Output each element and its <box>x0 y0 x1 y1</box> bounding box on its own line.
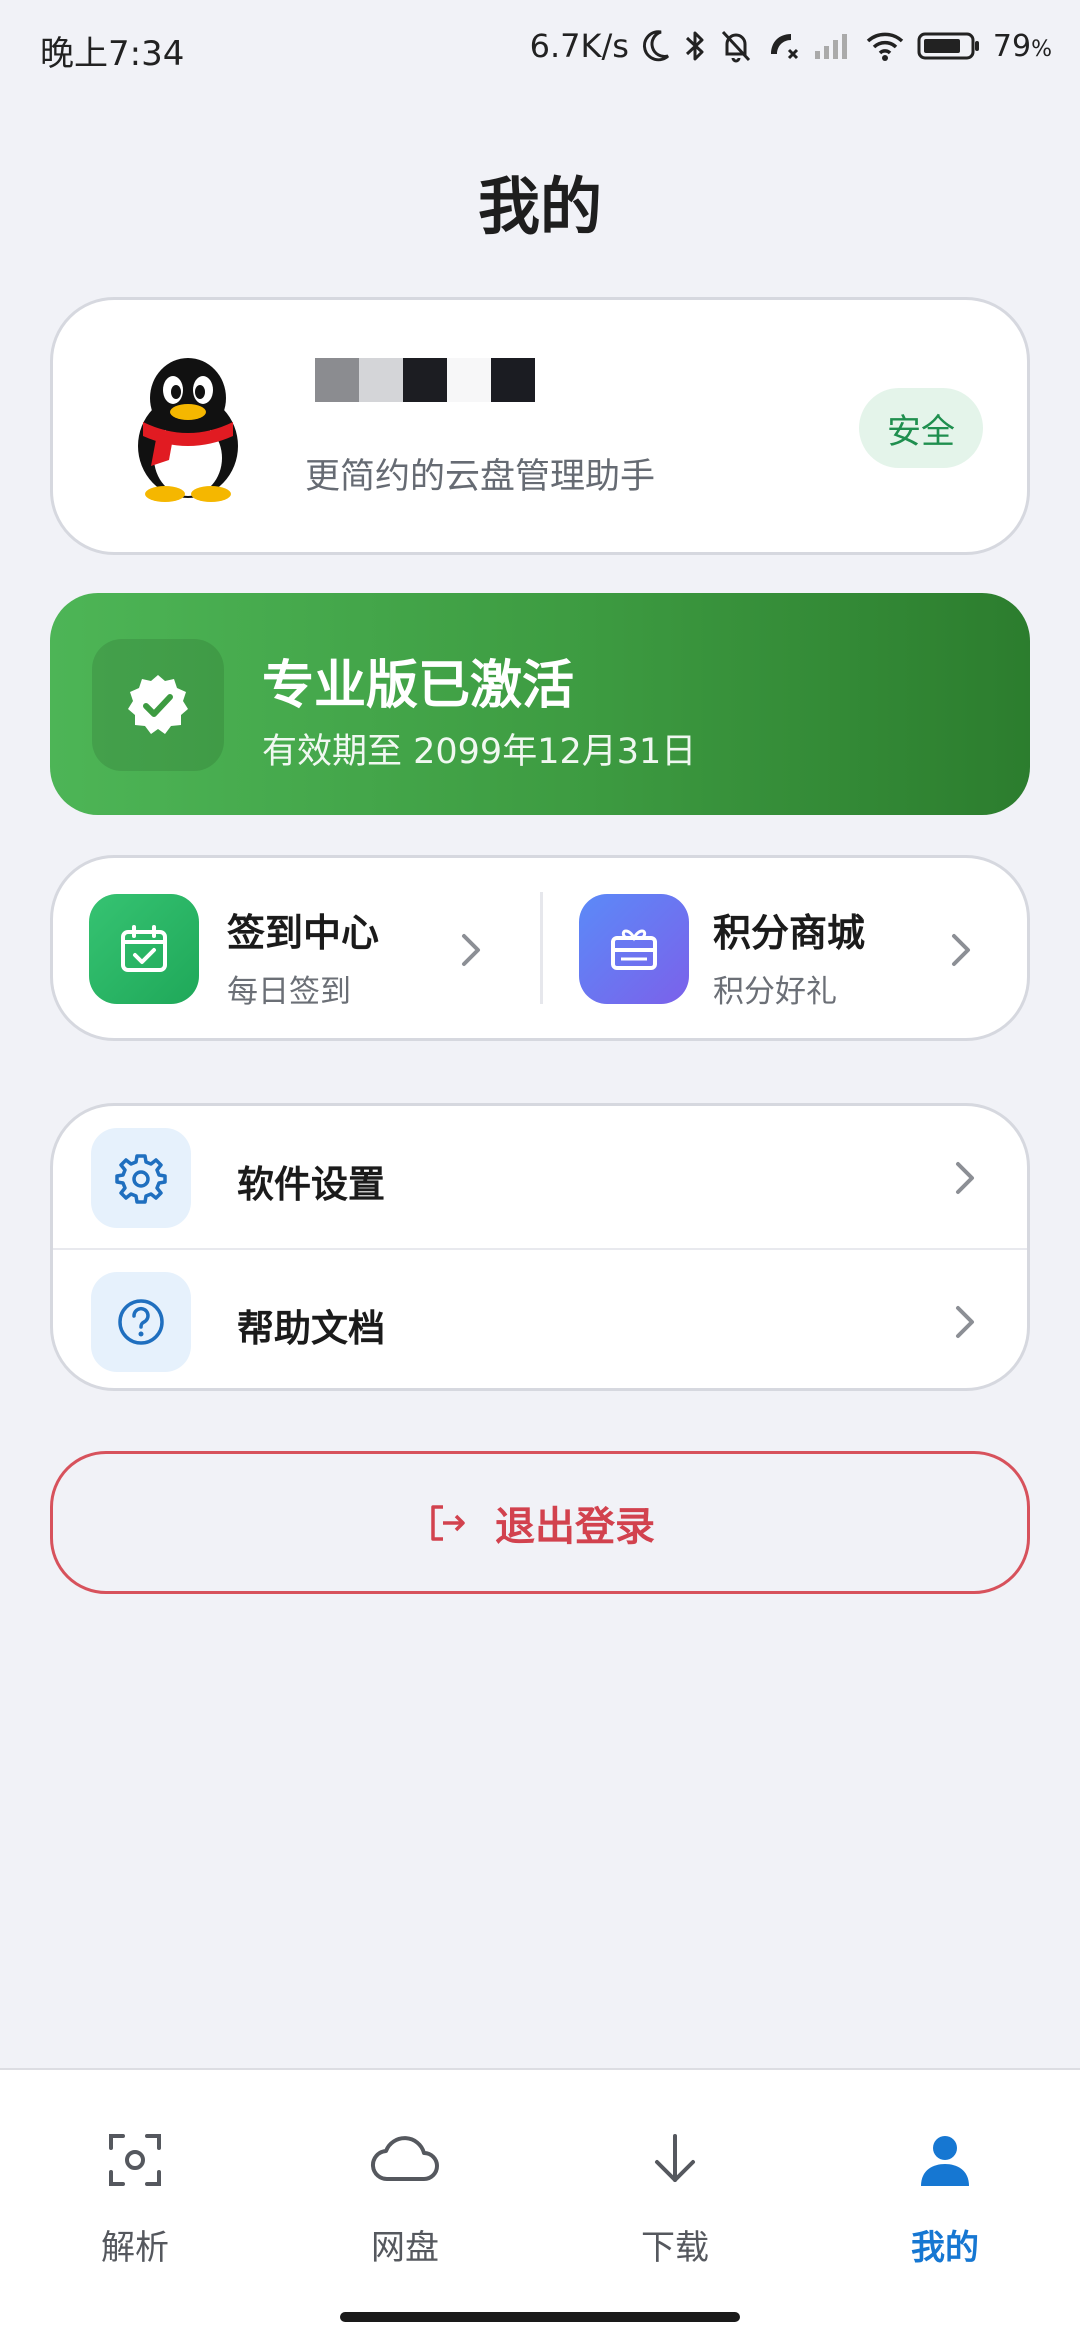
chevron-right-icon <box>462 934 480 966</box>
redaction-block <box>359 358 403 402</box>
nav-parse[interactable]: 解析 <box>35 2120 235 2269</box>
profile-card[interactable]: 更简约的云盘管理助手 安全 <box>50 297 1030 555</box>
quick-title: 签到中心 <box>227 911 380 955</box>
user-icon <box>845 2120 1045 2200</box>
logout-label: 退出登录 <box>495 1503 655 1550</box>
quick-actions-card: 签到中心 每日签到 积分商城 积分好礼 <box>50 855 1030 1041</box>
nav-label: 解析 <box>101 2228 169 2268</box>
settings-list: 软件设置 帮助文档 <box>50 1103 1030 1391</box>
nav-label: 下载 <box>641 2228 709 2268</box>
net-speed: 6.7K/s <box>529 27 629 65</box>
quick-title: 积分商城 <box>713 911 866 955</box>
verified-badge-icon <box>92 639 224 771</box>
gear-icon <box>91 1128 191 1228</box>
bottom-nav: 解析 网盘 下载 我的 <box>0 2068 1080 2342</box>
pro-activated-banner[interactable]: 专业版已激活 有效期至 2099年12月31日 <box>50 593 1030 815</box>
battery-icon <box>917 30 981 62</box>
nav-download[interactable]: 下载 <box>575 2120 775 2269</box>
chevron-right-icon <box>952 934 970 966</box>
redaction-block <box>315 358 359 402</box>
page-title: 我的 <box>477 170 602 243</box>
pro-expiry: 有效期至 2099年12月31日 <box>262 732 697 772</box>
nav-cloud[interactable]: 网盘 <box>305 2120 505 2269</box>
help-docs-row[interactable]: 帮助文档 <box>53 1250 1027 1388</box>
quick-subtitle: 积分好礼 <box>713 974 837 1010</box>
redaction-block <box>403 358 447 402</box>
points-mall-item[interactable]: 积分商城 积分好礼 <box>543 858 1033 1038</box>
chevron-right-icon <box>956 1306 974 1338</box>
row-label: 软件设置 <box>237 1163 385 1206</box>
status-time: 晚上7:34 <box>40 34 185 74</box>
help-circle-icon <box>91 1272 191 1372</box>
profile-subtitle: 更简约的云盘管理助手 <box>305 457 656 497</box>
nav-label: 网盘 <box>371 2228 439 2268</box>
software-settings-row[interactable]: 软件设置 <box>53 1106 1027 1250</box>
avatar[interactable] <box>117 354 259 504</box>
username-redacted <box>315 358 535 402</box>
wifi-icon <box>865 30 905 62</box>
home-indicator[interactable] <box>340 2312 740 2322</box>
nav-mine[interactable]: 我的 <box>845 2120 1045 2269</box>
status-bar: 晚上7:34 6.7K/s 79% <box>0 0 1080 96</box>
bell-muted-icon <box>719 28 753 64</box>
bluetooth-icon <box>683 28 707 64</box>
scan-icon <box>35 2120 235 2200</box>
redaction-block <box>491 358 535 402</box>
battery-level: 79% <box>992 28 1052 64</box>
security-badge[interactable]: 安全 <box>859 388 983 468</box>
download-arrow-icon <box>575 2120 775 2200</box>
chevron-right-icon <box>956 1162 974 1194</box>
cloud-icon <box>305 2120 505 2200</box>
moon-icon <box>641 29 671 63</box>
nav-label: 我的 <box>911 2228 979 2268</box>
calendar-check-icon <box>89 894 199 1004</box>
logout-icon <box>431 1504 465 1541</box>
checkin-center-item[interactable]: 签到中心 每日签到 <box>53 858 543 1038</box>
signal-icon <box>813 31 853 61</box>
redaction-block <box>447 358 491 402</box>
row-label: 帮助文档 <box>237 1307 385 1350</box>
quick-subtitle: 每日签到 <box>227 974 351 1010</box>
gift-card-icon <box>579 894 689 1004</box>
logout-button[interactable]: 退出登录 <box>50 1451 1030 1594</box>
status-icons: 6.7K/s 79% <box>530 22 1052 70</box>
pro-title: 专业版已激活 <box>262 656 575 716</box>
qq-penguin-icon <box>138 358 238 502</box>
call-missed-icon <box>765 28 801 64</box>
